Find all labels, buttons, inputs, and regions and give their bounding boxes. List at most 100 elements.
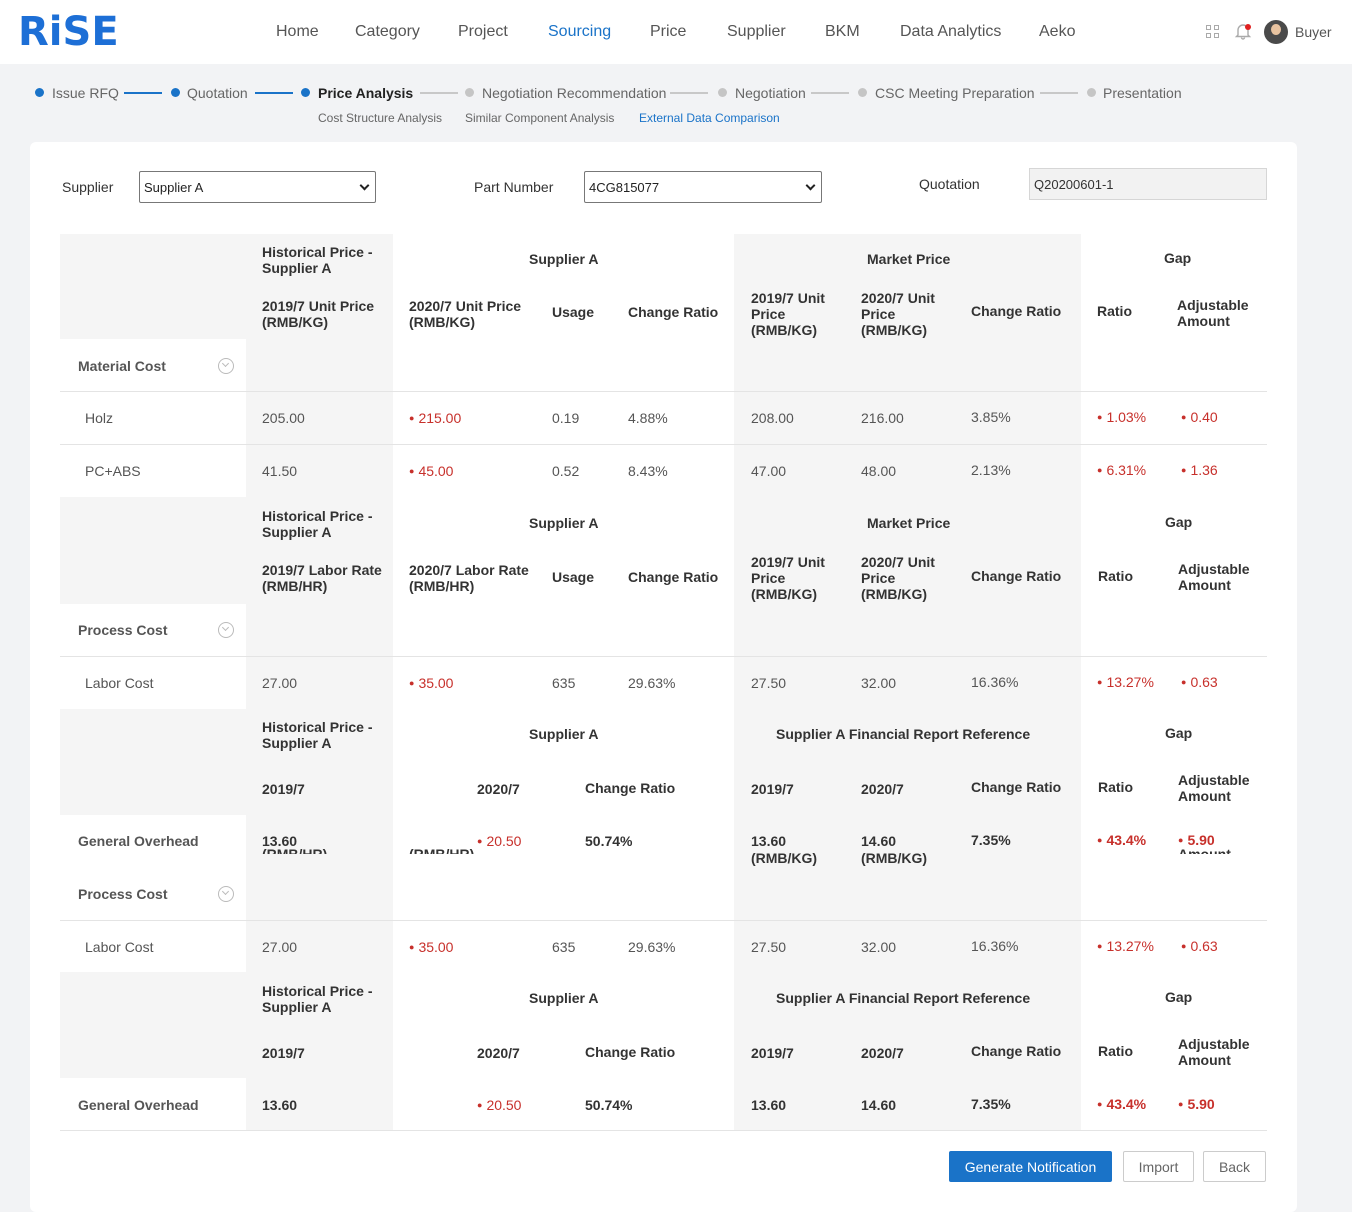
col-2020: 2020/7 <box>477 1045 520 1061</box>
supplier-select-value: Supplier A <box>144 180 204 195</box>
col-market-2020: 2020/7 Unit Price (RMB/KG) <box>861 290 935 338</box>
collapse-chevron-icon[interactable] <box>218 358 234 374</box>
col-change-ratio: Change Ratio <box>585 1044 676 1060</box>
supplier-price: 35.00 <box>409 675 453 693</box>
substep-similar-component[interactable]: Similar Component Analysis <box>465 111 614 125</box>
row-name: Labor Cost <box>85 939 154 955</box>
nav-data-analytics[interactable]: Data Analytics <box>900 22 1001 42</box>
step-csc-meeting-preparation[interactable]: CSC Meeting Preparation <box>875 84 1035 102</box>
supplier-label: Supplier <box>62 179 114 195</box>
nav-bkm[interactable]: BKM <box>825 22 860 42</box>
col-market-2019: 2019/7 Unit Price (RMB/KG) <box>751 554 825 602</box>
user-avatar[interactable] <box>1264 20 1288 44</box>
quotation-label: Quotation <box>919 176 980 192</box>
usage: 0.52 <box>552 463 580 479</box>
row-divider <box>60 444 1267 445</box>
step-dot-presentation <box>1087 88 1096 97</box>
overhead-gap-ratio: 43.4% <box>1097 832 1146 850</box>
overhead-supplier: 20.50 <box>477 833 521 851</box>
col-2020: 2020/7 <box>477 781 520 797</box>
top-navigation-bar: RiSE Home Category Project Sourcing Pric… <box>0 0 1352 64</box>
overhead-change: 50.74% <box>585 833 633 849</box>
step-connector <box>670 92 708 94</box>
step-quotation[interactable]: Quotation <box>187 84 248 102</box>
chevron-down-icon <box>359 180 370 191</box>
part-number-select[interactable]: 4CG815077 <box>584 171 822 203</box>
hist-price: 27.00 <box>262 675 298 691</box>
substep-external-data[interactable]: External Data Comparison <box>639 111 780 125</box>
gap-ratio: 1.03% <box>1097 409 1146 427</box>
nav-supplier[interactable]: Supplier <box>727 22 786 42</box>
general-overhead-label: General Overhead <box>78 833 199 849</box>
header-supplier-a: Supplier A <box>529 515 599 531</box>
usage: 635 <box>552 939 576 955</box>
nav-category[interactable]: Category <box>355 22 420 42</box>
nav-price[interactable]: Price <box>650 22 686 42</box>
step-connector <box>811 92 849 94</box>
rise-logo[interactable]: RiSE <box>18 12 119 52</box>
notification-dot <box>1245 24 1251 30</box>
collapse-chevron-icon[interactable] <box>218 622 234 638</box>
part-number-value: 4CG815077 <box>589 180 660 195</box>
usage: 635 <box>552 675 576 691</box>
market-2019: 208.00 <box>751 410 794 426</box>
header-historical: Historical Price - Supplier A <box>262 983 373 1015</box>
step-dot-negotiation <box>718 88 727 97</box>
gap-amount: 0.40 <box>1181 409 1217 427</box>
quotation-field[interactable]: Q20200601-1 <box>1029 168 1267 200</box>
nav-sourcing[interactable]: Sourcing <box>548 22 611 42</box>
overhead-fin-2019: 13.60 <box>751 1097 787 1113</box>
step-connector <box>255 92 293 94</box>
row-name: Holz <box>85 410 114 426</box>
header-supplier-a: Supplier A <box>529 990 599 1006</box>
process-cost-label: Process Cost <box>78 622 168 638</box>
nav-aeko[interactable]: Aeko <box>1039 22 1075 42</box>
step-negotiation-recommendation[interactable]: Negotiation Recommendation <box>482 84 666 102</box>
step-presentation[interactable]: Presentation <box>1103 84 1182 102</box>
market-2019: 47.00 <box>751 463 787 479</box>
col-market-2019: 2019/7 Unit Price (RMB/KG) <box>751 290 825 338</box>
col-usage: Usage <box>552 304 595 320</box>
header-gap: Gap <box>1165 514 1193 530</box>
market-2019: 27.50 <box>751 939 787 955</box>
overhead-fin-2020: 14.60 <box>861 833 897 849</box>
step-dot-quotation <box>171 88 180 97</box>
row-divider <box>60 656 1267 657</box>
step-negotiation[interactable]: Negotiation <box>735 84 806 102</box>
col-2019: 2019/7 <box>262 781 305 797</box>
header-historical: Historical Price - Supplier A <box>262 244 373 276</box>
col-gap-ratio: Ratio <box>1097 303 1132 319</box>
col-2019: 2019/7 <box>262 1045 305 1061</box>
change-ratio: 29.63% <box>628 939 676 955</box>
col-market-change-ratio: Change Ratio <box>971 568 1062 584</box>
nav-project[interactable]: Project <box>458 22 508 42</box>
step-dot-price-analysis <box>301 88 310 97</box>
row-divider <box>60 1130 1267 1131</box>
substep-cost-structure[interactable]: Cost Structure Analysis <box>318 111 442 125</box>
header-historical: Historical Price - Supplier A <box>262 508 373 540</box>
col-fin-change-ratio: Change Ratio <box>971 779 1062 795</box>
generate-notification-button[interactable]: Generate Notification <box>949 1151 1112 1182</box>
user-role[interactable]: Buyer <box>1295 24 1332 40</box>
general-overhead-label: General Overhead <box>78 1097 199 1113</box>
overhead-gap-ratio: 43.4% <box>1097 1096 1146 1114</box>
row-divider <box>60 391 1267 392</box>
collapse-chevron-icon[interactable] <box>218 886 234 902</box>
change-ratio: 4.88% <box>628 410 668 426</box>
supplier-header-bg <box>393 972 734 1078</box>
gap-amount: 1.36 <box>1181 462 1217 480</box>
usage: 0.19 <box>552 410 580 426</box>
header-historical: Historical Price - Supplier A <box>262 719 373 751</box>
col-usage: Usage <box>552 569 595 585</box>
supplier-select[interactable]: Supplier A <box>139 171 376 203</box>
import-button[interactable]: Import <box>1123 1151 1194 1182</box>
nav-home[interactable]: Home <box>276 22 319 42</box>
step-issue-rfq[interactable]: Issue RFQ <box>52 84 119 102</box>
back-button[interactable]: Back <box>1203 1151 1266 1182</box>
col-adjustable-amount: Adjustable Amount <box>1178 1036 1250 1068</box>
apps-grid-icon[interactable] <box>1206 25 1220 39</box>
step-price-analysis[interactable]: Price Analysis <box>318 84 413 102</box>
market-2020: 216.00 <box>861 410 904 426</box>
supplier-price: 215.00 <box>409 410 461 428</box>
ghost-header: Amount <box>1178 846 1231 854</box>
